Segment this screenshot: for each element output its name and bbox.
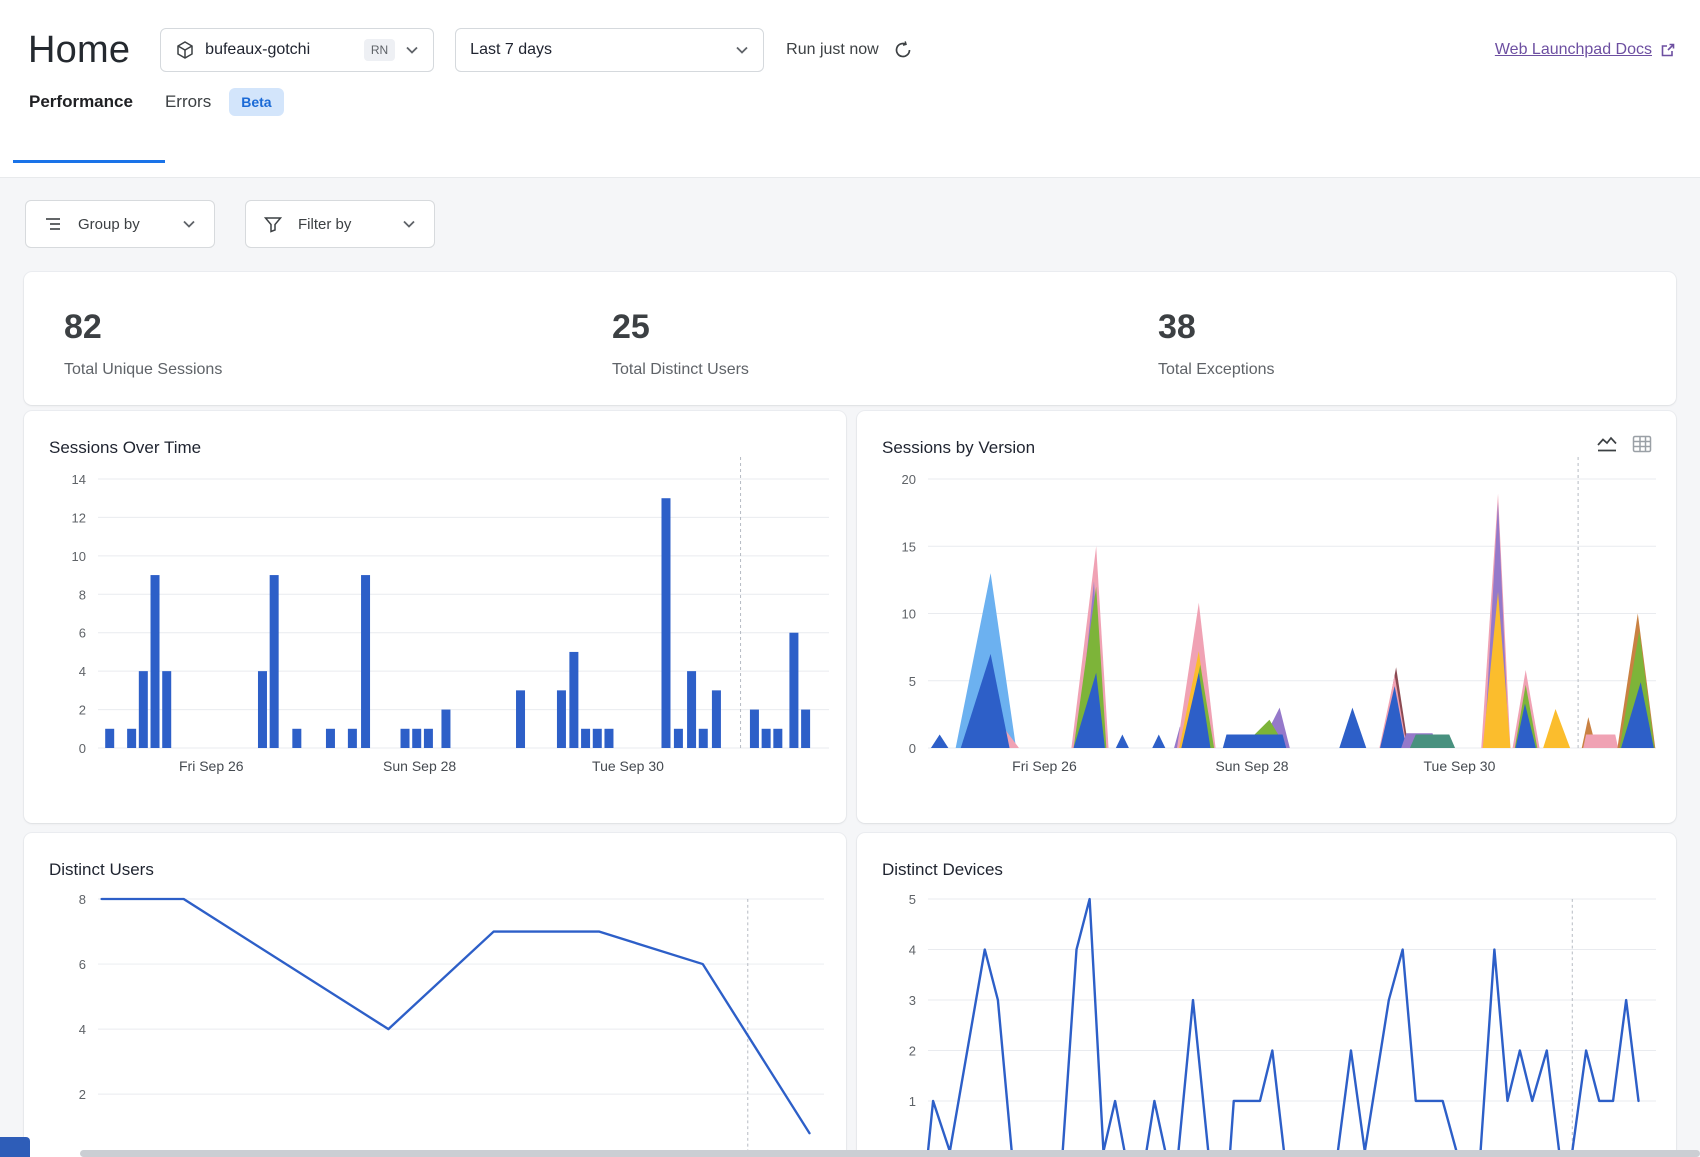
svg-text:2: 2 <box>79 703 86 718</box>
svg-text:4: 4 <box>79 664 86 679</box>
web-launchpad-docs-link[interactable]: Web Launchpad Docs <box>1495 41 1676 59</box>
stat-total-exceptions: 38 Total Exceptions <box>1158 308 1275 379</box>
stat-total-distinct-users: 25 Total Distinct Users <box>612 308 1158 379</box>
header-top-row: Home bufeaux-gotchi RN Last 7 days <box>0 0 1700 72</box>
platform-badge: RN <box>364 39 395 61</box>
charts-row-bottom: Distinct Users 2468 Distinct Devices 123… <box>24 833 1700 1157</box>
chevron-down-icon <box>405 43 419 57</box>
svg-text:Fri Sep 26: Fri Sep 26 <box>1012 758 1077 774</box>
refresh-icon[interactable] <box>893 40 913 60</box>
group-by-dropdown[interactable]: Group by <box>25 200 215 248</box>
sessions-over-time-chart: 0 2 4 6 8 10 12 14 Fri Sep 26 Sun Sep 28 Tue Sep 3… <box>24 411 846 823</box>
filter-by-dropdown[interactable]: Filter by <box>245 200 435 248</box>
sessions-over-time-card: Sessions Over Time 02468101214Fri Sep 26… <box>24 411 846 823</box>
page-title: Home <box>28 29 130 72</box>
svg-text:Sun Sep 28: Sun Sep 28 <box>383 758 456 774</box>
svg-text:10: 10 <box>902 607 916 622</box>
tab-bar: Performance Errors Beta <box>0 88 1700 116</box>
tab-errors-label: Errors <box>165 92 211 112</box>
svg-text:12: 12 <box>72 510 86 525</box>
app-name: bufeaux-gotchi <box>205 41 310 59</box>
docs-link-label: Web Launchpad Docs <box>1495 41 1652 59</box>
stat-total-unique-sessions: 82 Total Unique Sessions <box>64 308 612 379</box>
beta-badge: Beta <box>229 88 283 116</box>
svg-text:5: 5 <box>909 674 916 689</box>
svg-text:15: 15 <box>902 539 916 554</box>
svg-text:6: 6 <box>79 957 86 972</box>
stat-value: 82 <box>64 308 612 347</box>
app-selector-dropdown[interactable]: bufeaux-gotchi RN <box>160 28 434 72</box>
svg-text:0: 0 <box>909 741 916 756</box>
page-header: Home bufeaux-gotchi RN Last 7 days <box>0 0 1700 178</box>
horizontal-scrollbar[interactable] <box>80 1150 1700 1157</box>
svg-text:2: 2 <box>909 1044 916 1059</box>
svg-text:20: 20 <box>902 472 916 487</box>
active-tab-underline <box>13 160 165 163</box>
stat-value: 38 <box>1158 308 1275 347</box>
sessions-by-version-card: Sessions by Version 05101520Fri Sep 26Su… <box>857 411 1676 823</box>
group-by-icon <box>44 216 62 232</box>
svg-text:4: 4 <box>909 943 916 958</box>
stat-label: Total Exceptions <box>1158 361 1275 379</box>
filter-by-label: Filter by <box>298 216 390 233</box>
distinct-users-chart: 2 4 6 8 <box>24 833 846 1157</box>
filter-funnel-icon <box>264 216 282 233</box>
svg-text:Tue Sep 30: Tue Sep 30 <box>592 758 664 774</box>
svg-text:1: 1 <box>909 1094 916 1109</box>
svg-text:Fri Sep 26: Fri Sep 26 <box>179 758 244 774</box>
stat-label: Total Unique Sessions <box>64 361 612 379</box>
charts-row-top: Sessions Over Time 02468101214Fri Sep 26… <box>24 411 1700 823</box>
svg-text:5: 5 <box>909 892 916 907</box>
chevron-down-icon <box>402 217 416 231</box>
tab-performance[interactable]: Performance <box>29 92 133 112</box>
chevron-down-icon <box>182 217 196 231</box>
svg-text:Sun Sep 28: Sun Sep 28 <box>1215 758 1288 774</box>
distinct-devices-chart: 1 2 3 4 5 <box>857 833 1676 1157</box>
distinct-users-card: Distinct Users 2468 <box>24 833 846 1157</box>
package-cube-icon <box>175 40 195 60</box>
svg-text:8: 8 <box>79 587 86 602</box>
summary-stats-card: 82 Total Unique Sessions 25 Total Distin… <box>24 272 1676 405</box>
svg-text:0: 0 <box>79 741 86 756</box>
run-just-now: Run just now <box>786 40 913 60</box>
svg-text:8: 8 <box>79 892 86 907</box>
svg-text:14: 14 <box>72 472 86 487</box>
chat-widget-peek[interactable] <box>0 1137 30 1157</box>
external-link-icon <box>1660 42 1676 58</box>
svg-text:10: 10 <box>72 549 86 564</box>
chevron-down-icon <box>735 43 749 57</box>
sessions-by-version-chart: 0 5 10 15 20 Fri Sep 26 Sun Sep 28 Tue Sep 30 <box>857 411 1676 823</box>
filter-row: Group by Filter by <box>25 200 1700 248</box>
tab-errors[interactable]: Errors Beta <box>165 88 284 116</box>
svg-text:3: 3 <box>909 993 916 1008</box>
time-range-dropdown[interactable]: Last 7 days <box>455 28 764 72</box>
stat-value: 25 <box>612 308 1158 347</box>
stat-label: Total Distinct Users <box>612 361 1158 379</box>
svg-text:2: 2 <box>79 1087 86 1102</box>
svg-text:6: 6 <box>79 626 86 641</box>
svg-text:Tue Sep 30: Tue Sep 30 <box>1424 758 1496 774</box>
svg-text:4: 4 <box>79 1022 86 1037</box>
group-by-label: Group by <box>78 216 170 233</box>
time-range-value: Last 7 days <box>470 41 552 59</box>
distinct-devices-card: Distinct Devices 12345 <box>857 833 1676 1157</box>
tab-performance-label: Performance <box>29 92 133 112</box>
run-just-now-label: Run just now <box>786 41 879 59</box>
